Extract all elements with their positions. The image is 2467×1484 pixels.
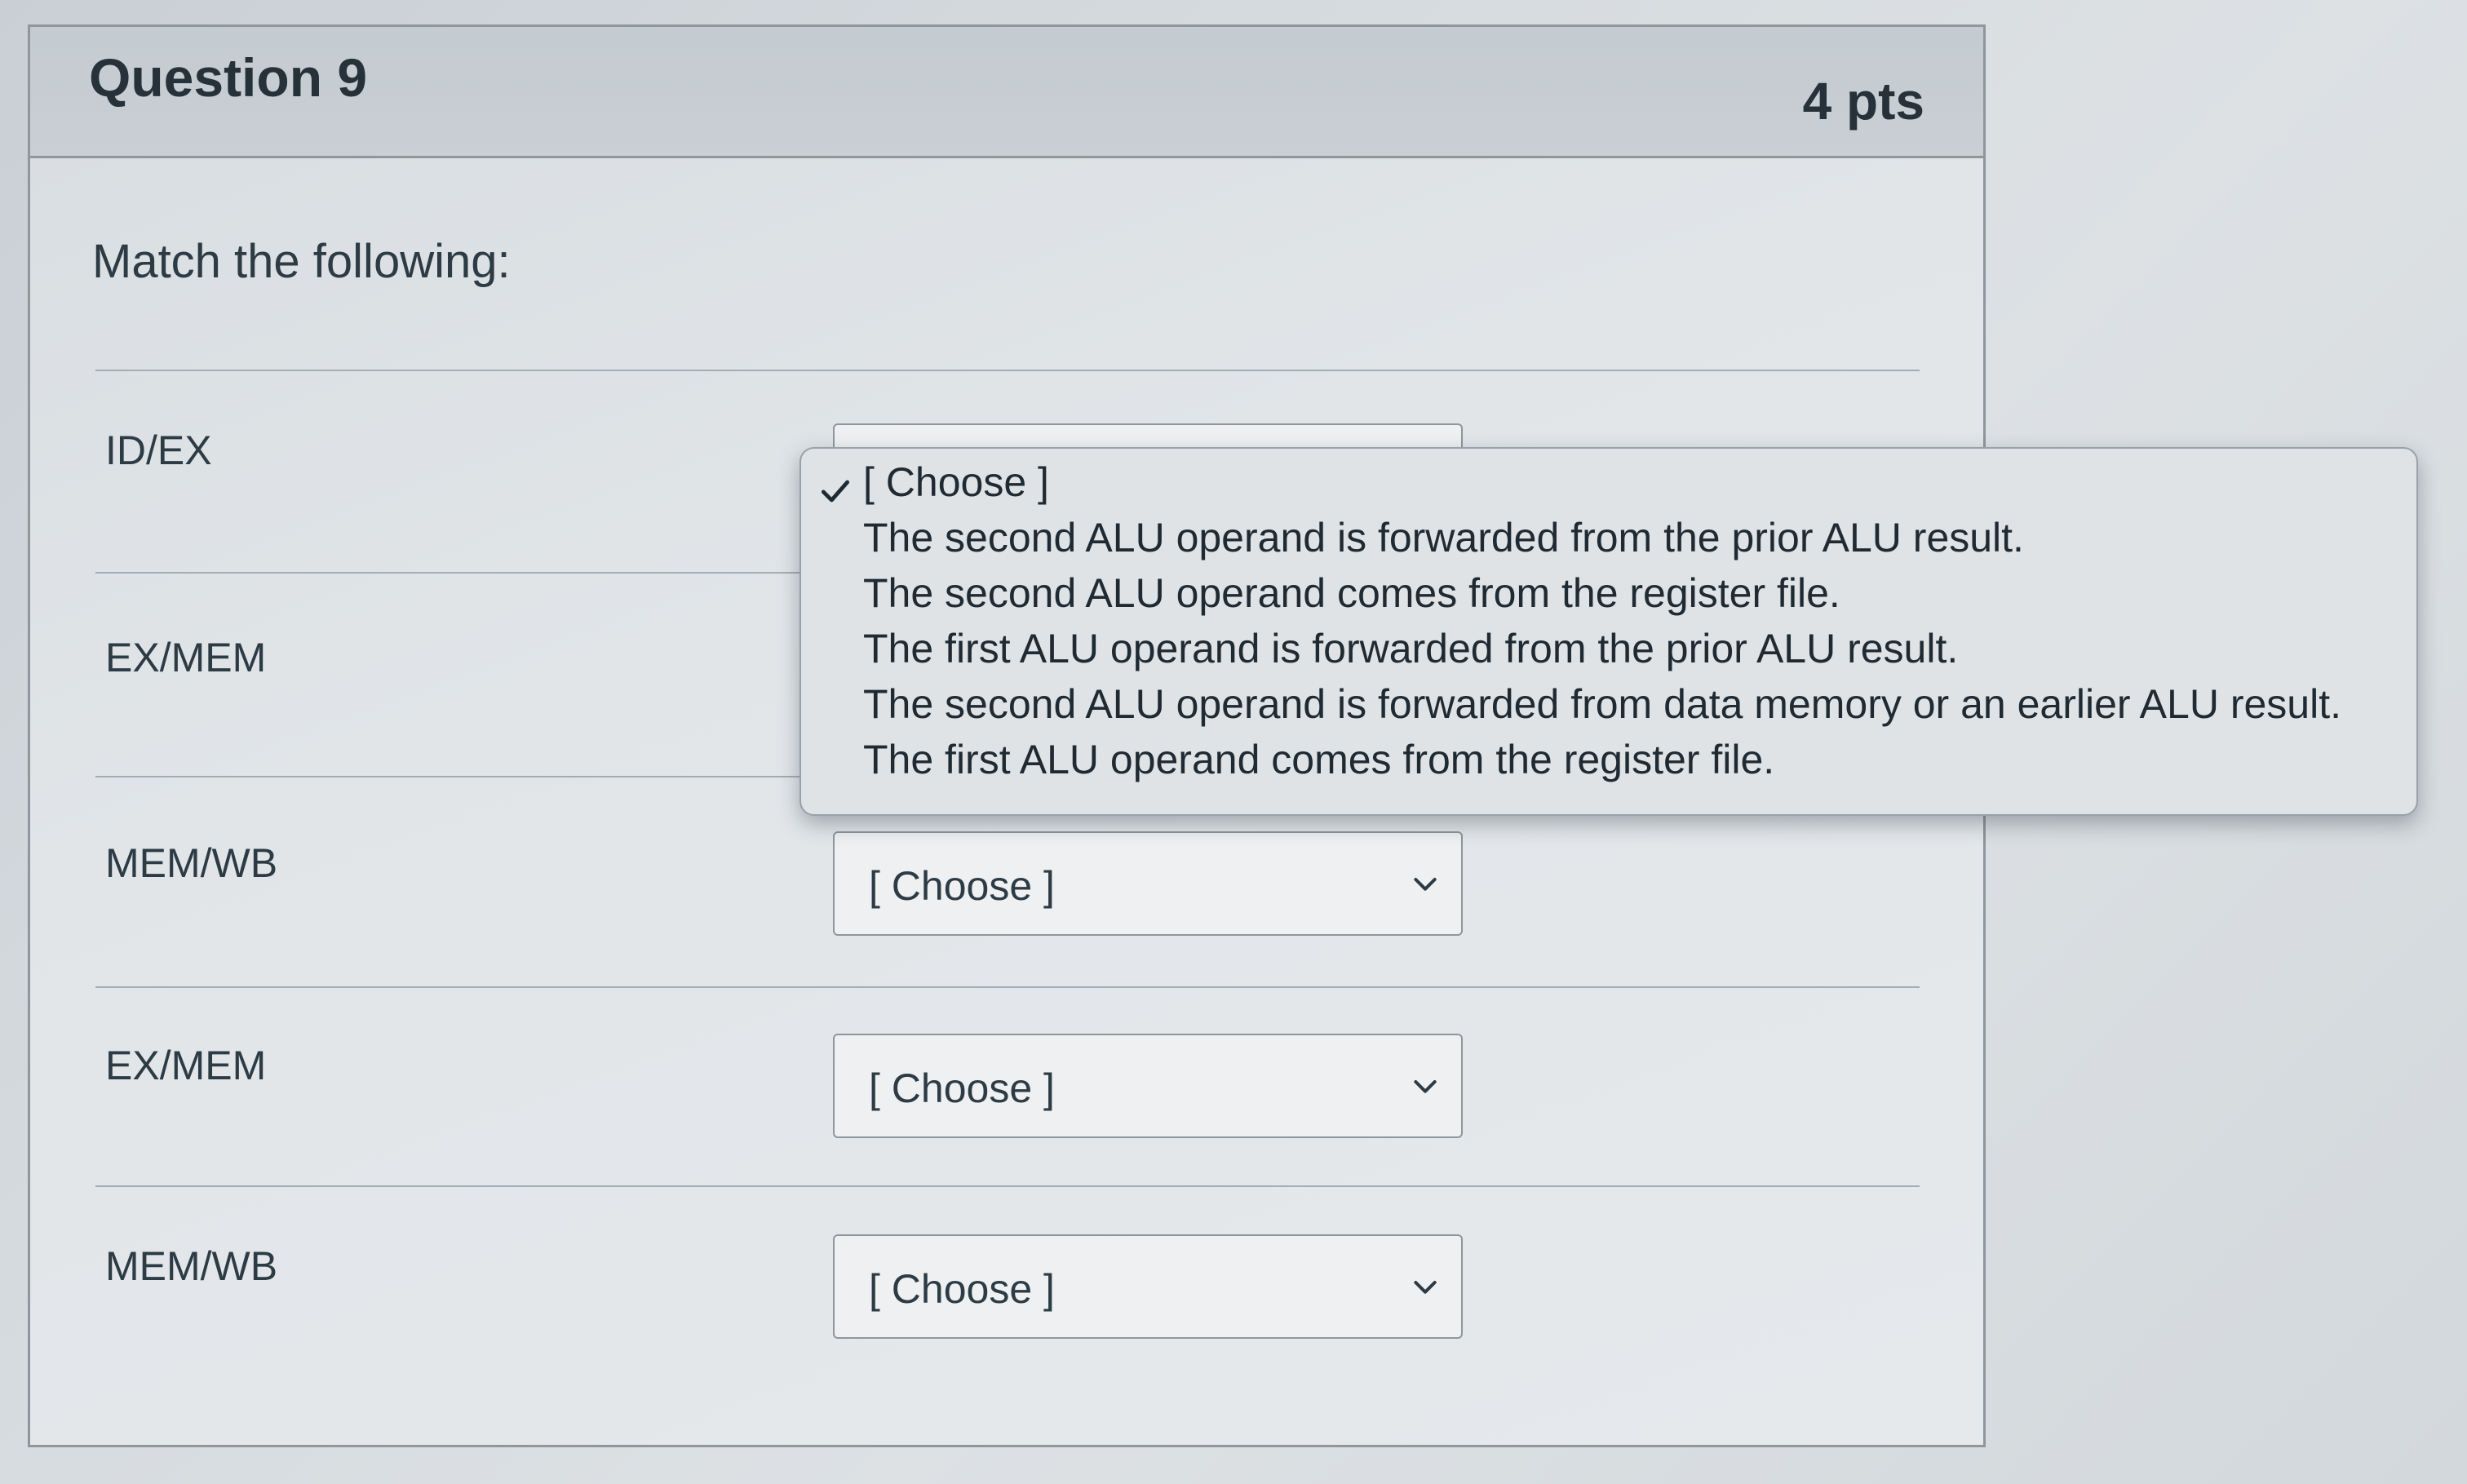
dropdown-option-4[interactable]: The second ALU operand is forwarded from… bbox=[863, 680, 2341, 728]
dropdown-options-list: [ Choose ] The second ALU operand is for… bbox=[799, 447, 2418, 816]
answer-select-4[interactable]: [ Choose ] bbox=[833, 1034, 1463, 1138]
dropdown-option-1[interactable]: The second ALU operand is forwarded from… bbox=[863, 514, 2024, 561]
chevron-down-icon bbox=[1414, 1281, 1437, 1294]
select-value: [ Choose ] bbox=[869, 863, 1055, 909]
row-divider bbox=[95, 370, 1920, 371]
match-label-ex-mem-2: EX/MEM bbox=[105, 1043, 267, 1088]
chevron-down-icon bbox=[1414, 878, 1437, 891]
dropdown-option-choose[interactable]: [ Choose ] bbox=[863, 458, 1049, 506]
dropdown-option-2[interactable]: The second ALU operand comes from the re… bbox=[863, 569, 1840, 617]
select-value: [ Choose ] bbox=[869, 1065, 1055, 1111]
question-points: 4 pts bbox=[1802, 72, 1924, 131]
question-header: Question 9 4 pts bbox=[30, 27, 1983, 158]
answer-select-5[interactable]: [ Choose ] bbox=[833, 1234, 1463, 1339]
match-label-id-ex: ID/EX bbox=[105, 427, 212, 473]
row-divider bbox=[95, 986, 1920, 988]
question-title: Question 9 bbox=[89, 47, 368, 108]
match-label-mem-wb: MEM/WB bbox=[105, 840, 278, 886]
question-prompt: Match the following: bbox=[92, 235, 511, 288]
dropdown-option-5[interactable]: The first ALU operand comes from the reg… bbox=[863, 736, 1774, 783]
row-divider bbox=[95, 1185, 1920, 1187]
check-icon bbox=[821, 480, 850, 503]
select-value: [ Choose ] bbox=[869, 1266, 1055, 1312]
answer-select-3[interactable]: [ Choose ] bbox=[833, 831, 1463, 936]
chevron-down-icon bbox=[1414, 1080, 1437, 1093]
match-label-mem-wb-2: MEM/WB bbox=[105, 1243, 278, 1289]
match-label-ex-mem: EX/MEM bbox=[105, 635, 267, 680]
dropdown-option-3[interactable]: The first ALU operand is forwarded from … bbox=[863, 625, 1958, 672]
